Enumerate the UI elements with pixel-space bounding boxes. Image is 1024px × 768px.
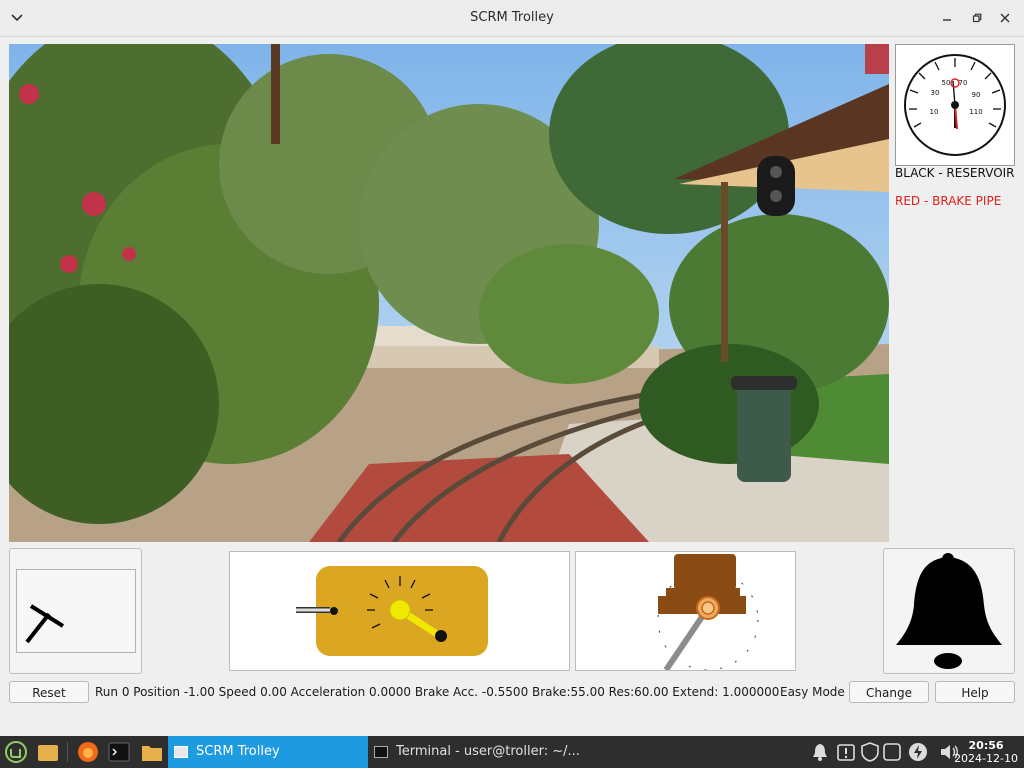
clock[interactable]: 20:56 2024-12-10 (954, 739, 1018, 765)
change-button[interactable]: Change (849, 681, 929, 703)
display-icon[interactable] (880, 740, 904, 764)
gauge-label-70: 70 (959, 79, 968, 87)
reverser-frame (16, 569, 136, 653)
help-button[interactable]: Help (935, 681, 1015, 703)
reset-button[interactable]: Reset (9, 681, 89, 703)
window-icon (174, 746, 188, 758)
status-row: Reset Run 0 Position -1.00 Speed 0.00 Ac… (0, 681, 1024, 703)
bell-button[interactable] (883, 548, 1015, 674)
task-scrm-trolley[interactable]: SCRM Trolley (168, 736, 368, 768)
taskbar-separator (67, 742, 68, 762)
gauge-label-30: 30 (931, 89, 940, 97)
terminal-icon (374, 746, 388, 758)
bell-icon (896, 553, 1002, 669)
brake-valve-housing (674, 554, 736, 590)
clock-time: 20:56 (968, 739, 1004, 752)
restore-icon[interactable] (968, 9, 986, 27)
controller-hub (389, 599, 411, 621)
mint-menu-icon[interactable] (4, 740, 28, 764)
controller-panel[interactable] (229, 551, 570, 671)
legend-reservoir: BLACK - RESERVOIR (895, 166, 1015, 180)
brake-valve-panel[interactable] (575, 551, 796, 672)
mode-label: Easy Mode (780, 685, 845, 699)
gauge-label-10: 10 (930, 108, 939, 116)
files-icon[interactable] (140, 740, 164, 764)
notifications-icon[interactable] (808, 740, 832, 764)
pressure-gauge: 30 50 70 90 10 110 (895, 44, 1015, 166)
camera-feed (9, 44, 889, 542)
clock-date: 2024-12-10 (954, 752, 1018, 765)
task-terminal[interactable]: Terminal - user@troller: ~/... (370, 736, 580, 768)
shield-icon[interactable] (858, 740, 882, 764)
show-desktop-icon[interactable] (36, 740, 60, 764)
window-title: SCRM Trolley (470, 10, 554, 25)
firefox-icon[interactable] (76, 740, 100, 764)
power-icon[interactable] (906, 740, 930, 764)
minimize-icon[interactable] (938, 9, 956, 27)
status-readout: Run 0 Position -1.00 Speed 0.00 Accelera… (95, 685, 780, 699)
reverser-handle-icon (25, 604, 65, 644)
terminal-launcher-icon[interactable] (107, 740, 131, 764)
close-icon[interactable] (996, 9, 1014, 27)
task-label: Terminal - user@troller: ~/... (396, 744, 580, 759)
task-label: SCRM Trolley (196, 744, 280, 759)
gauge-label-50: 50 (942, 79, 951, 87)
taskbar: SCRM Trolley Terminal - user@troller: ~/… (0, 736, 1024, 768)
reverser-button[interactable] (9, 548, 142, 674)
gauge-label-110: 110 (969, 108, 982, 116)
update-manager-icon[interactable] (834, 740, 858, 764)
legend-brake-pipe: RED - BRAKE PIPE (895, 194, 1002, 208)
controller-handle-knob[interactable] (435, 630, 447, 642)
title-bar: SCRM Trolley (0, 0, 1024, 37)
gauge-label-90: 90 (972, 91, 981, 99)
